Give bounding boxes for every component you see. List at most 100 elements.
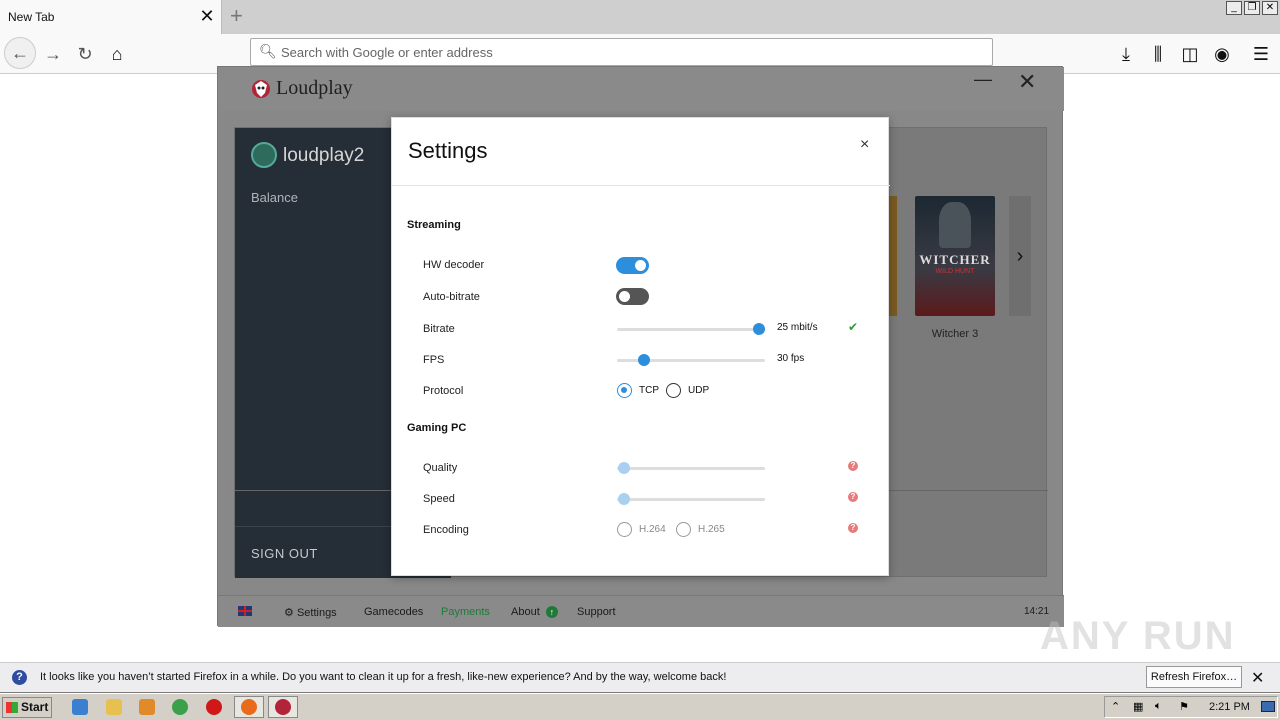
taskbar-firefox[interactable] — [234, 696, 264, 718]
address-bar[interactable]: 🔍︎ — [250, 38, 993, 66]
bitrate-label: Bitrate — [423, 323, 455, 335]
start-label: Start — [21, 700, 49, 714]
quality-slider[interactable] — [617, 462, 765, 474]
fps-label: FPS — [423, 354, 445, 366]
start-button[interactable]: Start — [2, 697, 52, 718]
chrome-icon[interactable] — [172, 699, 188, 715]
home-icon[interactable]: ⌂ — [105, 42, 129, 66]
tab-new-tab[interactable]: New Tab ✕ — [0, 0, 222, 34]
window-close-button[interactable]: ✕ — [1262, 1, 1278, 15]
help-icon[interactable]: ? — [848, 492, 858, 502]
refresh-firefox-button[interactable]: Refresh Firefox… — [1146, 666, 1242, 688]
library-icon[interactable]: ⫼ — [1146, 42, 1170, 66]
taskbar-loudplay[interactable] — [268, 696, 298, 718]
slider-thumb[interactable] — [618, 462, 631, 474]
gear-icon: ⚙ — [284, 607, 294, 619]
opera-icon[interactable] — [206, 699, 222, 715]
section-streaming: Streaming — [407, 219, 461, 231]
username: loudplay2 — [283, 145, 365, 166]
slider-thumb[interactable] — [753, 323, 766, 335]
app-titlebar: Loudplay — ✕ — [218, 67, 1064, 111]
help-icon[interactable]: ? — [848, 461, 858, 471]
modal-header: Settings × — [392, 118, 890, 186]
hw-decoder-toggle[interactable] — [616, 257, 649, 274]
notification-close-icon[interactable]: ✕ — [1251, 668, 1264, 688]
speed-label: Speed — [423, 493, 455, 505]
window-restore-button[interactable]: ❐ — [1244, 1, 1260, 15]
forward-icon[interactable]: → — [41, 42, 65, 66]
auto-bitrate-toggle[interactable] — [616, 288, 649, 305]
media-player-icon[interactable] — [139, 699, 155, 715]
slider-thumb[interactable] — [637, 354, 650, 366]
sidebar-icon[interactable]: ◫ — [1178, 42, 1202, 66]
tab-title: New Tab — [8, 10, 55, 24]
help-icon[interactable]: ? — [848, 523, 858, 533]
protocol-label: Protocol — [423, 385, 464, 397]
games-carousel: WITCHER WILD HUNT Witcher 3 › — [885, 196, 1045, 396]
fps-slider[interactable] — [617, 354, 765, 366]
account-icon[interactable]: ◉ — [1210, 42, 1234, 66]
menu-icon[interactable]: ☰ — [1249, 42, 1273, 66]
check-icon: ✔ — [848, 320, 859, 334]
avatar — [251, 142, 277, 168]
chevron-right-icon[interactable]: › — [1009, 196, 1031, 316]
app-title: Loudplay — [276, 77, 353, 99]
flag-icon[interactable]: ⚑ — [1179, 700, 1189, 713]
encoding-h264-radio[interactable] — [617, 522, 632, 537]
window-minimize-button[interactable]: _ — [1226, 1, 1242, 15]
taskbar: Start ⌃ ▦ 🔈︎ ⚑ 2:21 PM — [0, 693, 1280, 720]
sign-out-button[interactable]: SIGN OUT — [251, 546, 318, 561]
witcher-figure-image — [939, 202, 971, 248]
section-gaming-pc: Gaming PC — [407, 422, 467, 434]
hw-decoder-label: HW decoder — [423, 259, 485, 271]
clock: 2:21 PM — [1209, 701, 1250, 713]
encoding-h265-label: H.265 — [698, 524, 725, 535]
speed-slider[interactable] — [617, 493, 765, 505]
window-controls: _ ❐ ✕ — [1226, 1, 1278, 15]
fps-value: 30 fps — [777, 353, 805, 364]
language-flag-icon[interactable] — [238, 606, 252, 616]
footer-settings-link[interactable]: ⚙ Settings — [284, 606, 337, 619]
encoding-h265-radio[interactable] — [676, 522, 691, 537]
slider-thumb[interactable] — [618, 493, 631, 505]
notification-bar: ? It looks like you haven’t started Fire… — [0, 662, 1280, 692]
app-footer: ⚙ Settings Gamecodes Payments About ↑ Su… — [218, 595, 1064, 627]
bitrate-value: 25 mbit/s — [777, 322, 818, 333]
volume-icon[interactable]: 🔈︎ — [1155, 700, 1162, 713]
game-label: Witcher 3 — [931, 328, 979, 340]
balance-label: Balance — [251, 190, 298, 205]
tray-expand-icon[interactable]: ⌃ — [1111, 700, 1120, 713]
loudplay-logo-icon — [252, 80, 270, 98]
app-close-button[interactable]: ✕ — [1018, 69, 1036, 95]
ie-icon[interactable] — [72, 699, 88, 715]
game-thumbnail-witcher[interactable]: WITCHER WILD HUNT — [915, 196, 995, 316]
quality-label: Quality — [423, 462, 458, 474]
protocol-tcp-radio[interactable] — [617, 383, 632, 398]
close-icon[interactable]: × — [860, 136, 869, 154]
download-icon[interactable]: ⤓ — [1114, 42, 1138, 66]
show-desktop-icon[interactable] — [1261, 701, 1275, 712]
tab-strip: New Tab ✕ + _ ❐ ✕ — [0, 0, 1280, 34]
protocol-tcp-label: TCP — [639, 385, 659, 396]
bitrate-slider[interactable] — [617, 323, 766, 335]
footer-support-link[interactable]: Support — [577, 606, 616, 618]
protocol-udp-radio[interactable] — [666, 383, 681, 398]
modal-title: Settings — [408, 138, 488, 163]
network-icon[interactable]: ▦ — [1133, 700, 1143, 713]
search-input[interactable] — [281, 42, 981, 62]
tab-close-icon[interactable]: ✕ — [198, 6, 216, 26]
folder-icon[interactable] — [106, 699, 122, 715]
system-tray: ⌃ ▦ 🔈︎ ⚑ 2:21 PM — [1104, 696, 1278, 718]
app-minimize-button[interactable]: — — [974, 69, 992, 90]
footer-about-link[interactable]: About ↑ — [511, 606, 558, 618]
reload-icon[interactable]: ↻ — [73, 42, 97, 66]
footer-gamecodes-link[interactable]: Gamecodes — [364, 606, 423, 618]
search-icon: 🔍︎ — [259, 43, 277, 59]
firefox-icon — [241, 699, 257, 715]
notification-text: It looks like you haven’t started Firefo… — [40, 671, 727, 683]
auto-bitrate-label: Auto-bitrate — [423, 291, 480, 303]
footer-payments-link[interactable]: Payments — [441, 606, 490, 618]
new-tab-icon[interactable]: + — [230, 4, 243, 28]
arrow-up-icon: ↑ — [545, 606, 558, 618]
back-icon[interactable]: ← — [4, 37, 36, 69]
